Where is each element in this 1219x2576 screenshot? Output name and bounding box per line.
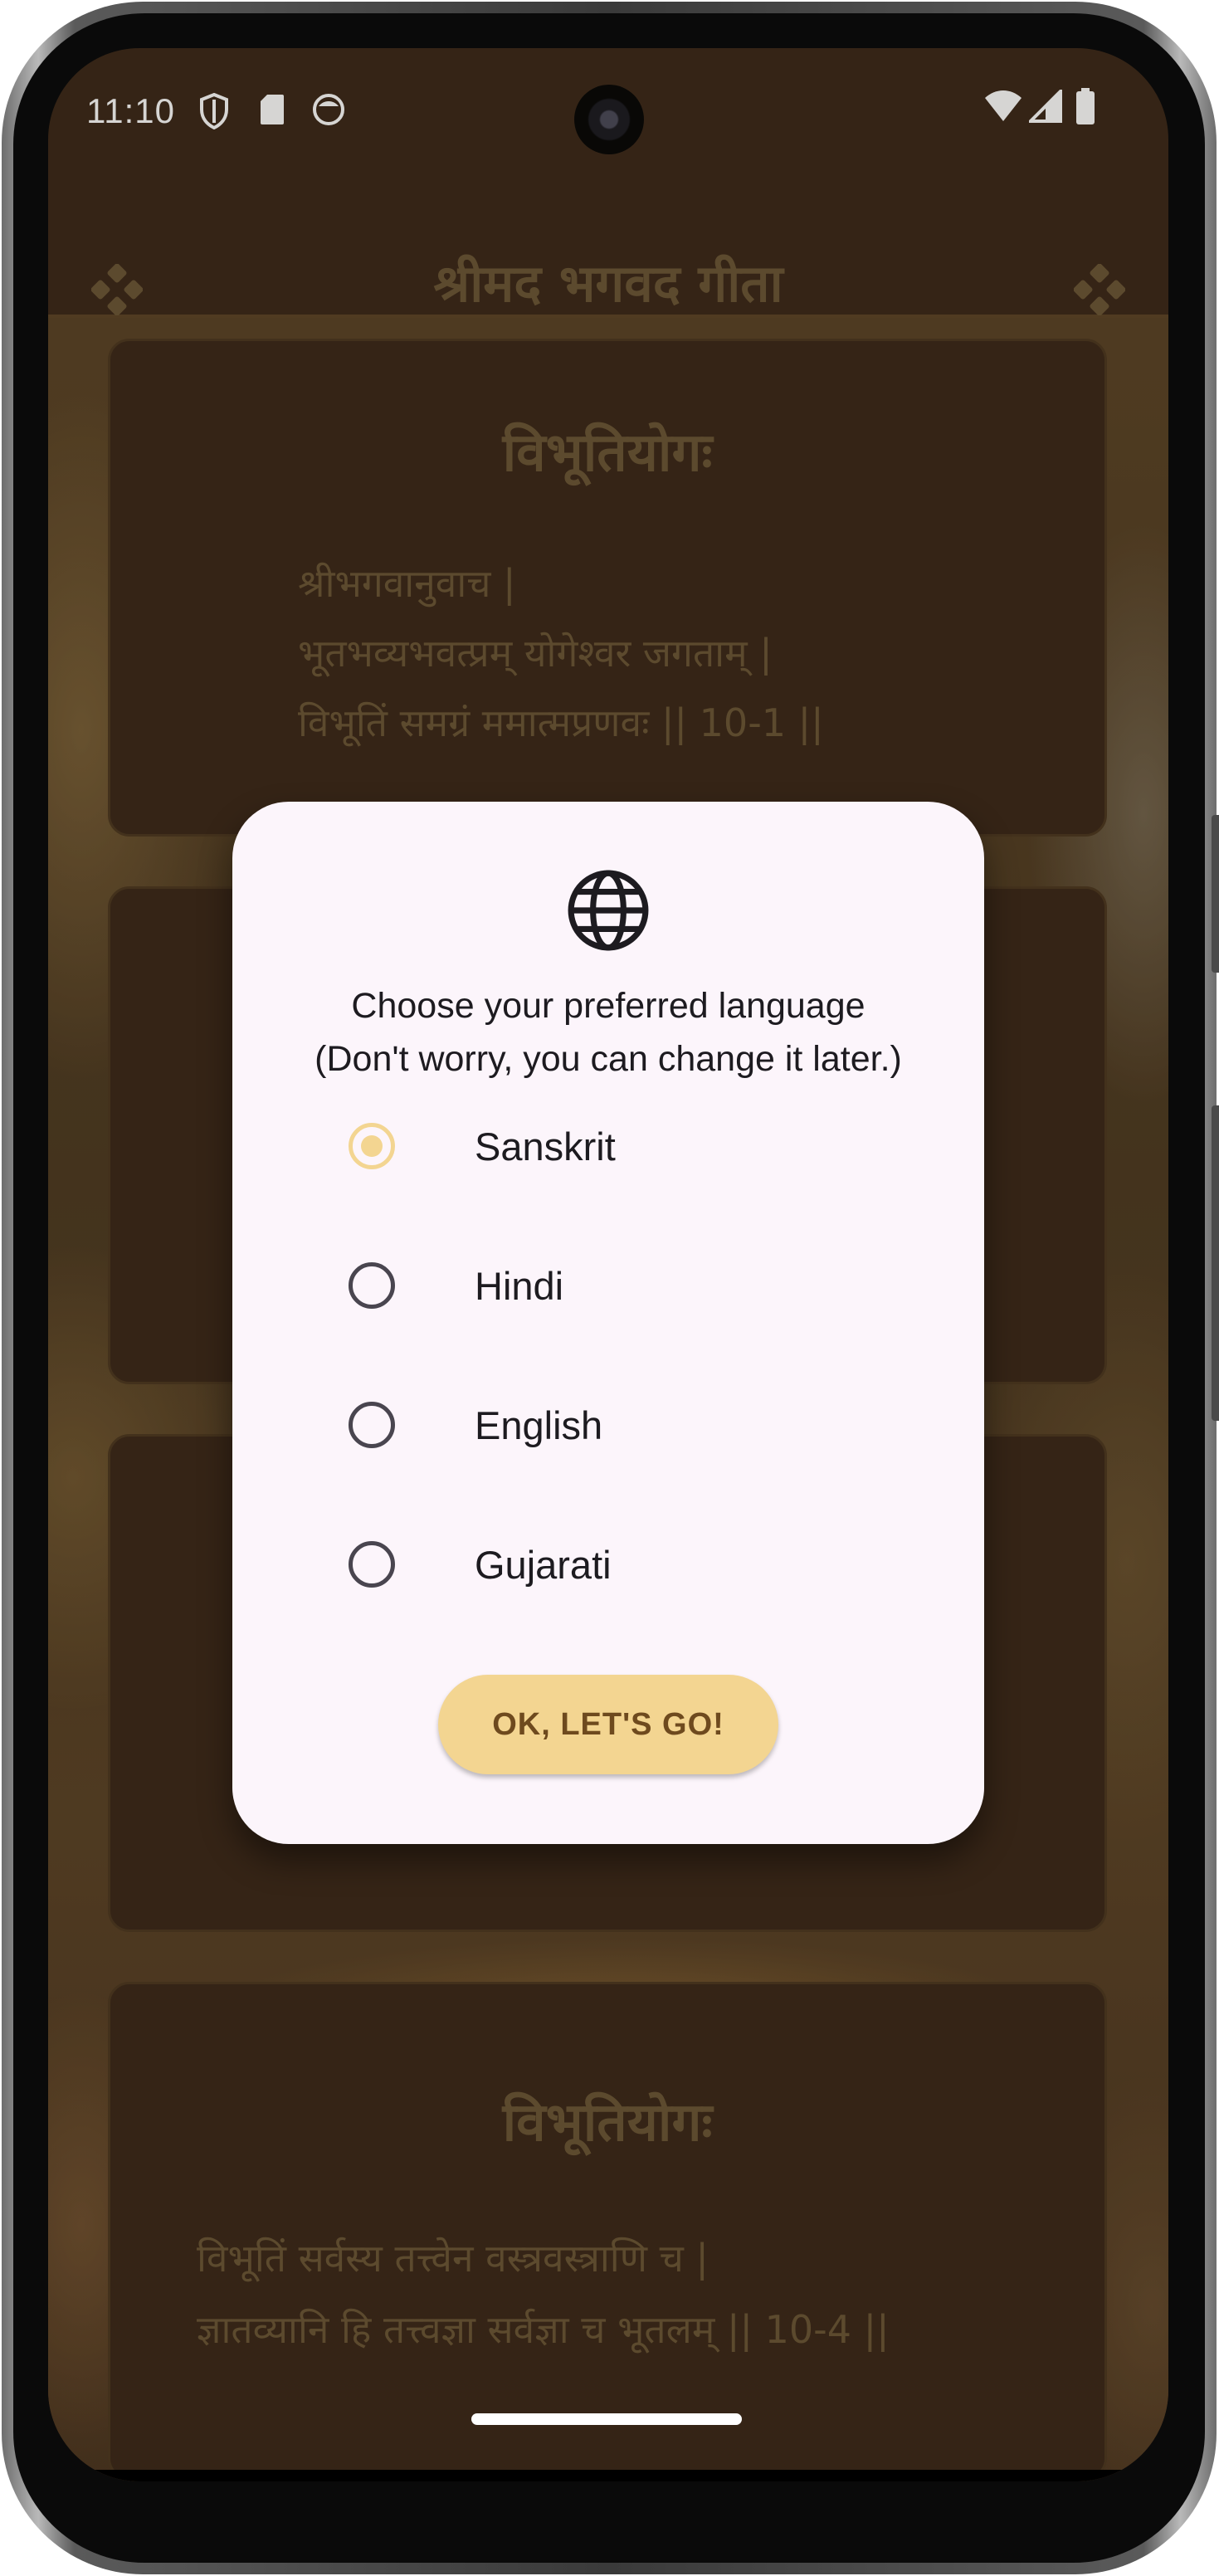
home-gesture-handle[interactable]	[471, 2413, 742, 2425]
nav-bar	[48, 2470, 1168, 2481]
language-option-gujarati[interactable]: Gujarati	[349, 1502, 880, 1627]
volume-button	[1212, 815, 1219, 973]
language-dialog: Choose your preferred language (Don't wo…	[232, 802, 984, 1844]
language-option-hindi[interactable]: Hindi	[349, 1223, 880, 1348]
language-label: Hindi	[475, 1264, 564, 1308]
language-label: Sanskrit	[475, 1125, 616, 1168]
screen: 11:10 श्रीमद भगवद गीता विभूतियोगः श्रीभग…	[48, 48, 1168, 2481]
power-button	[1212, 1105, 1219, 1421]
dialog-message: Choose your preferred language	[351, 986, 865, 1026]
dialog-submessage: (Don't worry, you can change it later.)	[315, 1039, 902, 1079]
ok-button[interactable]: OK, LET'S GO!	[438, 1675, 778, 1774]
language-option-sanskrit[interactable]: Sanskrit	[349, 1084, 880, 1208]
language-label: Gujarati	[475, 1543, 612, 1587]
radio-button[interactable]	[349, 1541, 395, 1588]
language-option-english[interactable]: English	[349, 1363, 880, 1487]
language-label: English	[475, 1403, 603, 1447]
radio-button-selected[interactable]	[349, 1123, 395, 1169]
radio-button[interactable]	[349, 1402, 395, 1448]
globe-icon	[568, 870, 649, 951]
radio-button[interactable]	[349, 1262, 395, 1309]
